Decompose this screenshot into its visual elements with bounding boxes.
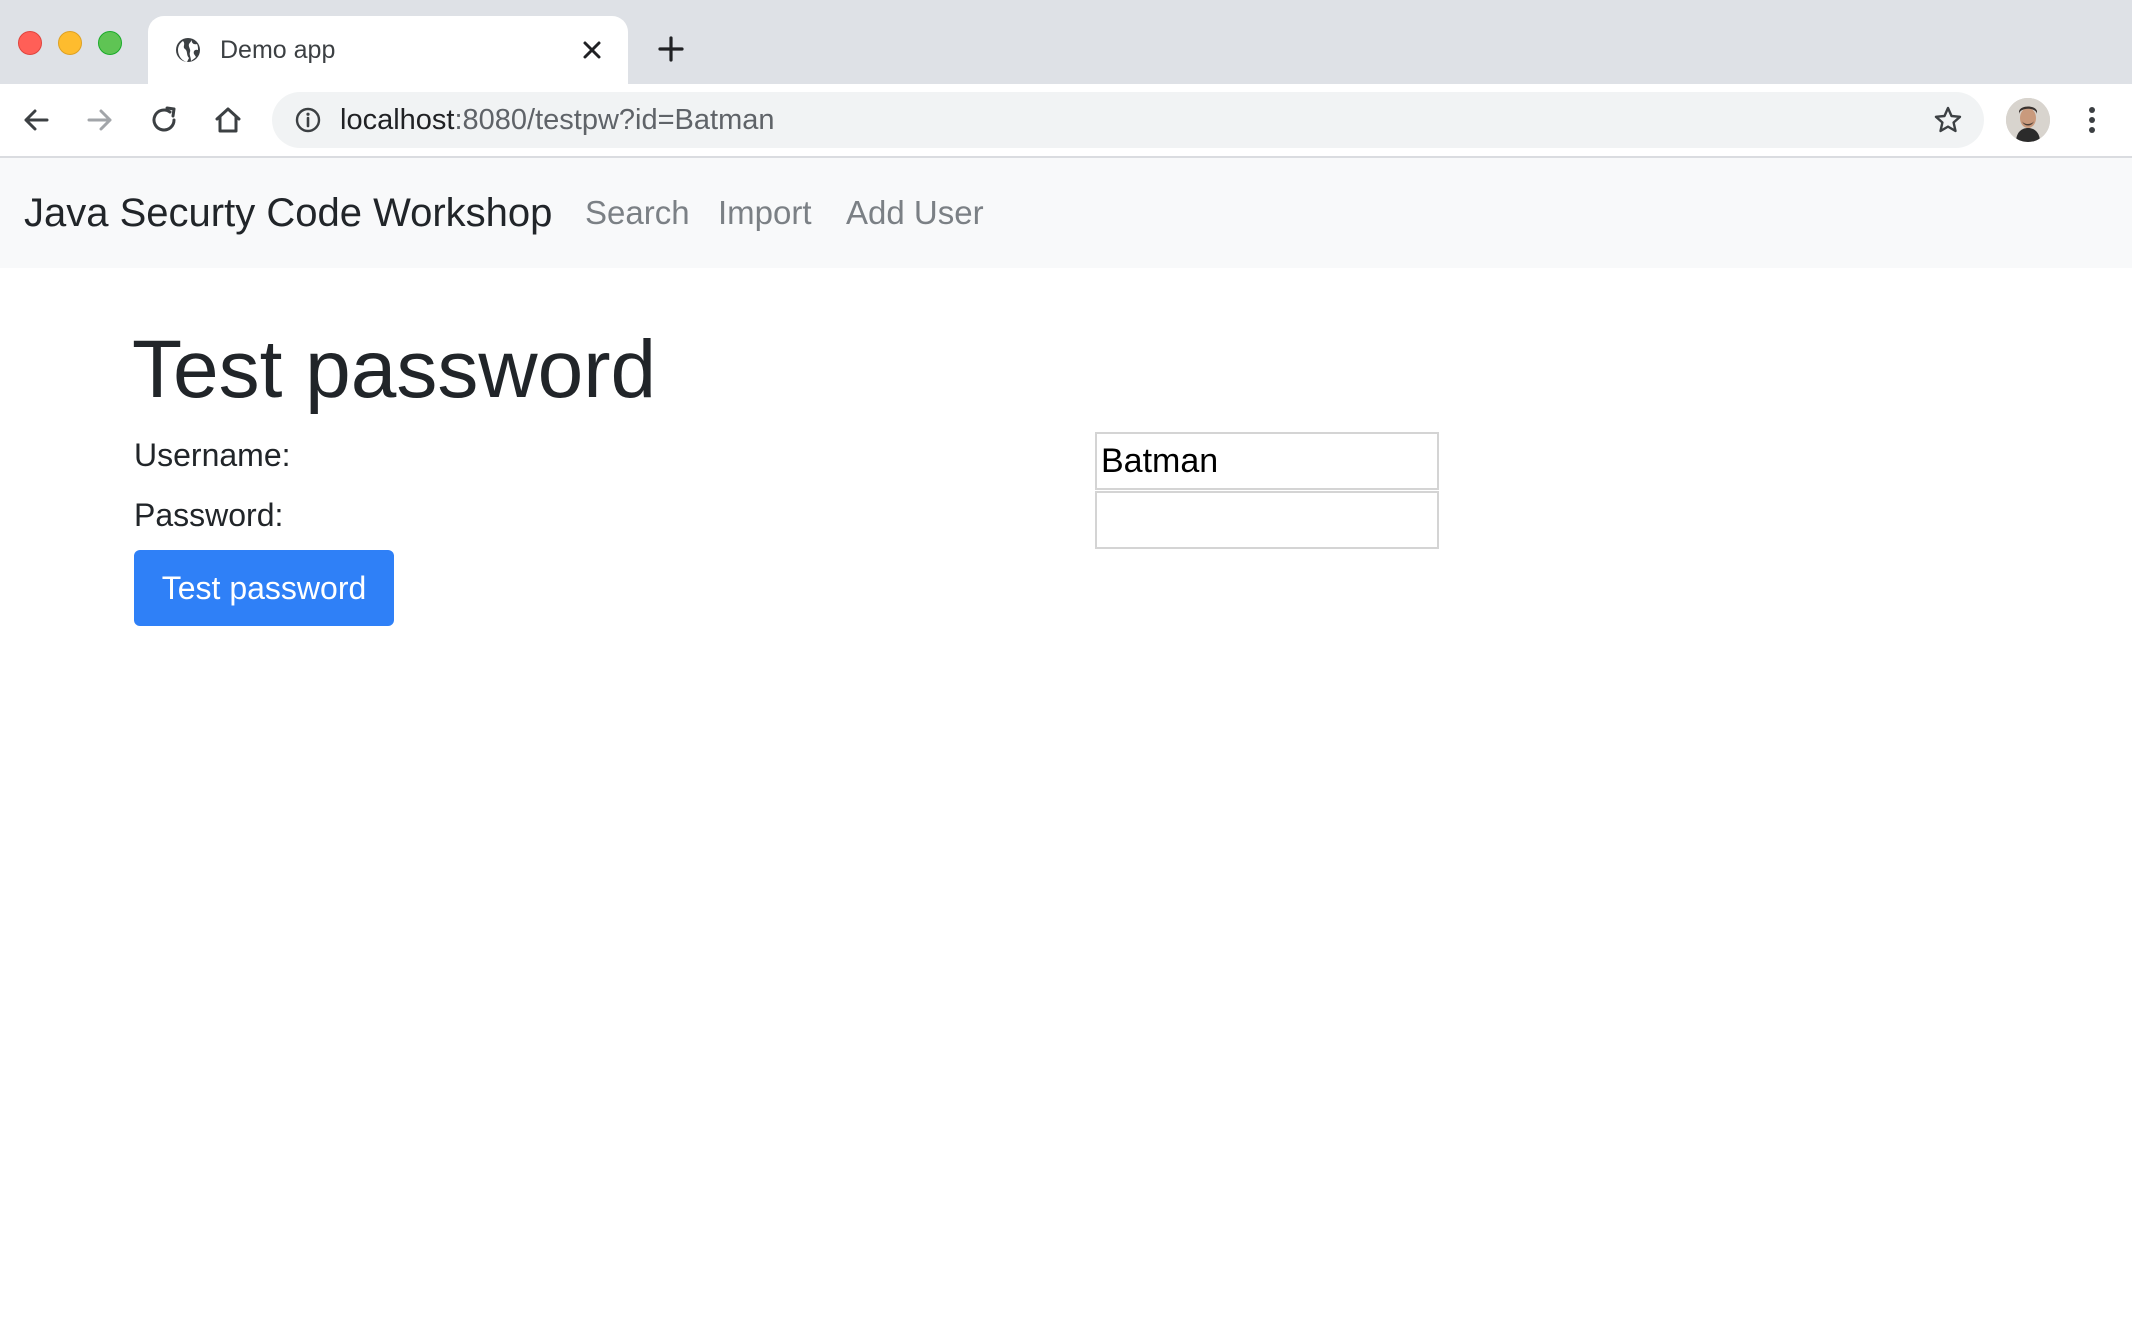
tab-strip: Demo app (0, 0, 2132, 84)
reload-icon[interactable] (146, 102, 182, 138)
forward-arrow-icon[interactable] (82, 102, 118, 138)
browser-tab[interactable]: Demo app (148, 16, 628, 84)
nav-link-search[interactable]: Search (585, 193, 690, 233)
zoom-window-button[interactable] (98, 31, 122, 55)
navbar-brand[interactable]: Java Securty Code Workshop (24, 191, 552, 235)
page-title: Test password (132, 324, 657, 415)
home-icon[interactable] (210, 102, 246, 138)
back-arrow-icon[interactable] (18, 102, 54, 138)
url-text[interactable]: localhost:8080/testpw?id=Batman (340, 104, 775, 136)
address-bar[interactable]: localhost:8080/testpw?id=Batman (272, 92, 1984, 148)
url-path: :8080/testpw?id=Batman (454, 104, 775, 136)
kebab-menu-icon[interactable] (2076, 102, 2108, 138)
close-icon[interactable] (578, 36, 606, 64)
nav-link-import[interactable]: Import (718, 193, 812, 233)
nav-link-add-user[interactable]: Add User (846, 193, 984, 233)
password-label: Password: (134, 497, 284, 533)
star-icon[interactable] (1932, 104, 1964, 136)
avatar-image (2006, 98, 2050, 142)
info-icon[interactable] (294, 106, 322, 134)
globe-icon (176, 38, 200, 62)
test-password-button[interactable]: Test password (134, 550, 394, 626)
plus-icon[interactable] (656, 34, 686, 64)
url-host: localhost (340, 104, 455, 136)
tab-title: Demo app (220, 36, 336, 64)
browser-toolbar: localhost:8080/testpw?id=Batman (0, 84, 2132, 158)
site-navbar: Java Securty Code Workshop Search Import… (0, 158, 2132, 268)
username-input[interactable] (1095, 432, 1439, 490)
password-input[interactable] (1095, 491, 1439, 549)
close-window-button[interactable] (18, 31, 42, 55)
minimize-window-button[interactable] (58, 31, 82, 55)
avatar[interactable] (2006, 98, 2050, 142)
username-label: Username: (134, 437, 291, 473)
